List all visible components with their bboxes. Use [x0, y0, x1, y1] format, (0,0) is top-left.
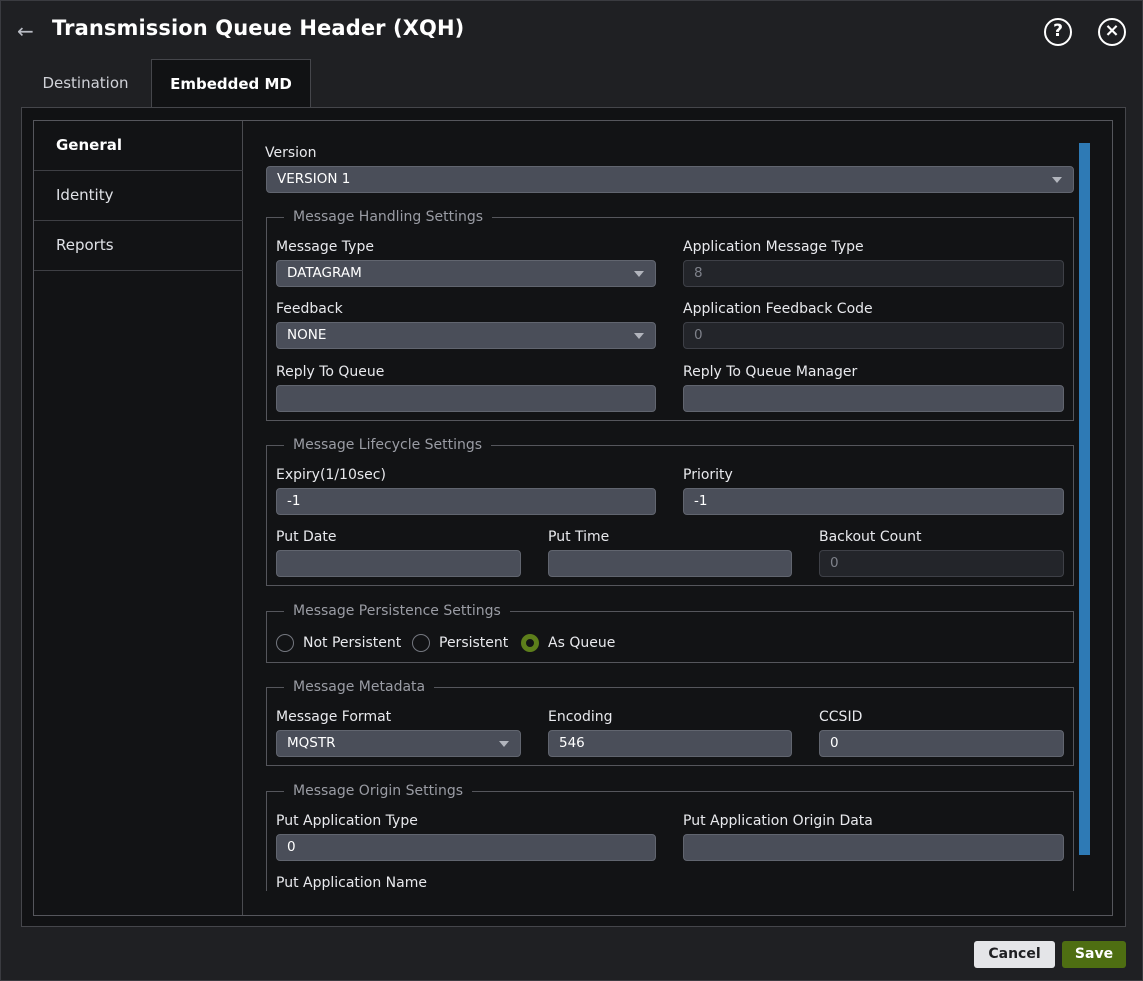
reply-to-queue-input[interactable] — [276, 385, 656, 412]
backout-count-field: 0 — [819, 550, 1064, 577]
dialog-title: Transmission Queue Header (XQH) — [52, 16, 465, 40]
reply-to-queue-label: Reply To Queue — [276, 364, 385, 380]
encoding-input[interactable]: 546 — [548, 730, 792, 757]
app-feedback-code-field: 0 — [683, 322, 1064, 349]
message-type-label: Message Type — [276, 239, 374, 255]
app-message-type-value: 8 — [694, 265, 703, 281]
backout-count-value: 0 — [830, 555, 839, 571]
put-app-type-input[interactable]: 0 — [276, 834, 656, 861]
scrollbar[interactable] — [1079, 143, 1090, 895]
ccsid-value: 0 — [830, 735, 839, 751]
put-app-origin-data-label: Put Application Origin Data — [683, 813, 873, 829]
put-app-origin-data-input[interactable] — [683, 834, 1064, 861]
metadata-fieldset: Message Metadata Message Format MQSTR En… — [266, 678, 1074, 766]
app-message-type-label: Application Message Type — [683, 239, 864, 255]
scrollbar-thumb[interactable] — [1079, 143, 1090, 855]
message-format-label: Message Format — [276, 709, 392, 725]
panel-frame: General Identity Reports Version VERSION… — [33, 120, 1113, 916]
tab-destination[interactable]: Destination — [21, 59, 150, 108]
chevron-down-icon — [634, 333, 644, 339]
message-format-value: MQSTR — [287, 735, 336, 751]
cancel-button[interactable]: Cancel — [974, 941, 1055, 968]
version-select[interactable]: VERSION 1 — [266, 166, 1074, 193]
priority-value: -1 — [694, 493, 708, 509]
reply-to-qmgr-input[interactable] — [683, 385, 1064, 412]
message-type-value: DATAGRAM — [287, 265, 362, 281]
persistence-fieldset: Message Persistence Settings Not Persist… — [266, 602, 1074, 663]
handling-fieldset: Message Handling Settings Message Type D… — [266, 208, 1074, 421]
put-app-type-label: Put Application Type — [276, 813, 418, 829]
radio-persistent-label: Persistent — [439, 635, 509, 651]
expiry-input[interactable]: -1 — [276, 488, 656, 515]
app-message-type-field: 8 — [683, 260, 1064, 287]
chevron-down-icon — [1052, 177, 1062, 183]
put-date-input[interactable] — [276, 550, 521, 577]
origin-legend: Message Origin Settings — [284, 782, 472, 800]
expiry-label: Expiry(1/10sec) — [276, 467, 386, 483]
radio-as-queue-label: As Queue — [548, 635, 616, 651]
side-nav-item-reports[interactable]: Reports — [34, 221, 243, 271]
put-time-label: Put Time — [548, 529, 610, 545]
message-format-select[interactable]: MQSTR — [276, 730, 521, 757]
put-date-label: Put Date — [276, 529, 337, 545]
back-arrow-icon[interactable]: ← — [17, 20, 41, 42]
metadata-legend: Message Metadata — [284, 678, 435, 696]
encoding-label: Encoding — [548, 709, 613, 725]
save-button[interactable]: Save — [1062, 941, 1126, 968]
feedback-select[interactable]: NONE — [276, 322, 656, 349]
ccsid-label: CCSID — [819, 709, 863, 725]
app-feedback-code-label: Application Feedback Code — [683, 301, 873, 317]
handling-legend: Message Handling Settings — [284, 208, 493, 226]
origin-fieldset: Message Origin Settings Put Application … — [266, 782, 1074, 891]
close-icon[interactable]: × — [1098, 18, 1126, 46]
feedback-value: NONE — [287, 327, 327, 343]
radio-selected-icon — [521, 634, 539, 652]
put-time-input[interactable] — [548, 550, 792, 577]
general-form: Version VERSION 1 Message Handling Setti… — [244, 121, 1112, 891]
radio-circle-icon — [276, 634, 294, 652]
chevron-down-icon — [634, 271, 644, 277]
app-feedback-code-value: 0 — [694, 327, 703, 343]
side-nav-item-general[interactable]: General — [34, 121, 243, 171]
put-app-name-label: Put Application Name — [276, 875, 427, 891]
version-value: VERSION 1 — [277, 171, 351, 187]
chevron-down-icon — [499, 741, 509, 747]
xqh-dialog: ← Transmission Queue Header (XQH) ? × De… — [0, 0, 1143, 981]
backout-count-label: Backout Count — [819, 529, 922, 545]
expiry-value: -1 — [287, 493, 301, 509]
put-app-type-value: 0 — [287, 839, 296, 855]
version-label: Version — [265, 145, 317, 161]
message-type-select[interactable]: DATAGRAM — [276, 260, 656, 287]
side-nav-item-identity[interactable]: Identity — [34, 171, 243, 221]
side-nav: General Identity Reports — [34, 121, 243, 915]
ccsid-input[interactable]: 0 — [819, 730, 1064, 757]
radio-not-persistent-label: Not Persistent — [303, 635, 402, 651]
lifecycle-fieldset: Message Lifecycle Settings Expiry(1/10se… — [266, 436, 1074, 586]
priority-input[interactable]: -1 — [683, 488, 1064, 515]
encoding-value: 546 — [559, 735, 585, 751]
tab-embedded-md[interactable]: Embedded MD — [151, 59, 311, 108]
help-icon[interactable]: ? — [1044, 18, 1072, 46]
priority-label: Priority — [683, 467, 733, 483]
radio-circle-icon — [412, 634, 430, 652]
feedback-label: Feedback — [276, 301, 343, 317]
reply-to-qmgr-label: Reply To Queue Manager — [683, 364, 858, 380]
lifecycle-legend: Message Lifecycle Settings — [284, 436, 492, 454]
title-bar: ← Transmission Queue Header (XQH) ? × — [1, 1, 1142, 59]
persistence-legend: Message Persistence Settings — [284, 602, 510, 620]
tab-panel: General Identity Reports Version VERSION… — [21, 107, 1126, 927]
